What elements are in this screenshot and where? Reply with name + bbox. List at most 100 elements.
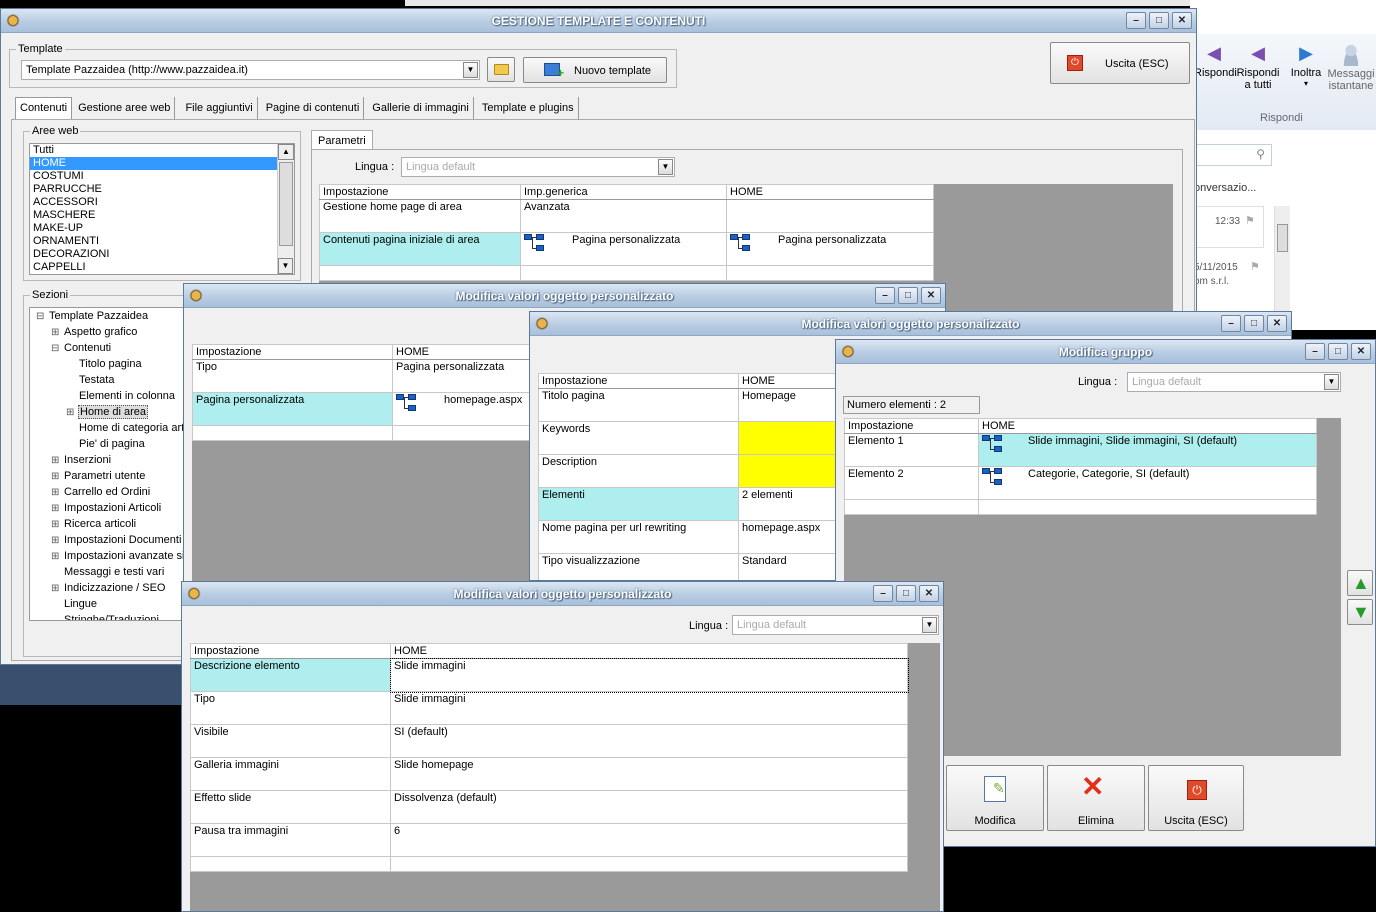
setting-value-cell[interactable]: Standard (738, 553, 839, 580)
setting-value-cell[interactable]: 2 elementi (738, 487, 839, 521)
empty-cell[interactable] (978, 499, 1317, 515)
w3-lingua-select[interactable]: Lingua default ▼ (1127, 372, 1341, 392)
table-row[interactable]: Galleria immagini Slide homepage (190, 757, 908, 791)
aree-web-list[interactable]: Tutti HOME COSTUMI PARRUCCHE ACCESSORI MASCHE… (29, 143, 295, 275)
table-row[interactable]: Tipo Slide immagini (190, 691, 908, 725)
expand-icon[interactable]: ⊞ (51, 549, 63, 565)
column-header[interactable]: HOME (978, 418, 1317, 434)
empty-cell[interactable] (520, 265, 727, 281)
table-row[interactable]: Descrizione elemento Slide immagini (190, 657, 909, 693)
setting-value-cell[interactable]: Slide homepage (390, 757, 908, 791)
list-item[interactable]: COSTUMI (30, 170, 278, 183)
list-item[interactable]: ACCESSORI (30, 196, 278, 209)
mail-item[interactable]: 12:33 ⚑ (1190, 206, 1264, 248)
column-header[interactable]: Impostazione (538, 373, 739, 389)
table-row[interactable]: Elemento 2 Categorie, Categorie, SI (defa… (844, 466, 1317, 500)
expand-icon[interactable]: ⊞ (51, 581, 63, 597)
collapse-icon[interactable]: ⊟ (36, 309, 48, 325)
tab-pagine-di-contenuti[interactable]: Pagine di contenuti (258, 97, 365, 119)
close-button[interactable]: ✕ (921, 287, 941, 304)
setting-value-cell[interactable]: Slide immagini (389, 657, 909, 693)
w3-exit-button[interactable]: ⏻ Uscita (ESC) (1148, 765, 1244, 831)
close-button[interactable]: ✕ (1351, 343, 1371, 360)
expand-icon[interactable]: ⊞ (51, 485, 63, 501)
table-row[interactable]: Titolo pagina Homepage (538, 388, 839, 422)
table-row[interactable]: Description (538, 454, 839, 488)
lingua-select[interactable]: Lingua default ▼ (401, 157, 675, 177)
reply-all-button[interactable]: ◀ Rispondi a tutti (1232, 44, 1284, 91)
empty-cell[interactable] (726, 265, 934, 281)
setting-value-cell[interactable]: 6 (390, 823, 908, 857)
maximize-button[interactable]: □ (1328, 343, 1348, 360)
expand-icon[interactable]: ⊞ (51, 453, 63, 469)
empty-cell[interactable] (192, 425, 393, 441)
setting-value-cell[interactable] (726, 199, 934, 233)
setting-value-cell[interactable]: SI (default) (390, 724, 908, 758)
setting-value-cell[interactable] (738, 421, 839, 455)
empty-row[interactable] (190, 856, 908, 872)
table-row[interactable]: Gestione home page di area Avanzata (319, 199, 934, 233)
collapse-icon[interactable]: ⊟ (51, 341, 63, 357)
expand-icon[interactable]: ⊞ (66, 405, 78, 421)
move-down-button[interactable]: ▼ (1347, 599, 1373, 625)
table-row[interactable]: Elemento 1 Slide immagini, Slide immagini… (844, 433, 1317, 467)
object-tree-icon[interactable] (982, 468, 1004, 486)
scroll-up-arrow[interactable]: ▲ (278, 144, 294, 160)
table-row[interactable]: Effetto slide Dissolvenza (default) (190, 790, 908, 824)
setting-value-cell[interactable]: homepage.aspx (738, 520, 839, 554)
forward-button[interactable]: ▶ Inoltra ▾ (1286, 44, 1326, 88)
column-header[interactable]: Impostazione (844, 418, 979, 434)
tab-template-plugins[interactable]: Template e plugins (474, 97, 579, 119)
table-row[interactable]: Visibile SI (default) (190, 724, 908, 758)
list-item[interactable]: PARRUCCHE (30, 183, 278, 196)
expand-icon[interactable]: ⊞ (51, 517, 63, 533)
object-tree-icon[interactable] (730, 234, 752, 252)
exit-button[interactable]: ⏻ Uscita (ESC) (1050, 42, 1190, 84)
setting-value-cell[interactable]: Pagina personalizzata (520, 232, 727, 266)
table-row[interactable]: Elementi 2 elementi (538, 487, 839, 521)
tab-gallerie-immagini[interactable]: Gallerie di immagini (364, 97, 474, 119)
setting-value-cell[interactable]: Avanzata (520, 199, 727, 233)
instant-messages-button[interactable]: Messaggi istantane (1326, 44, 1376, 92)
minimize-button[interactable]: – (1221, 315, 1241, 332)
scroll-down-arrow[interactable]: ▼ (278, 258, 293, 274)
tab-parametri[interactable]: Parametri (311, 130, 373, 151)
close-button[interactable]: ✕ (919, 585, 939, 602)
column-header[interactable]: Imp.generica (520, 184, 727, 200)
column-header[interactable]: HOME (390, 643, 908, 659)
scroll-thumb[interactable] (279, 162, 293, 246)
expand-icon[interactable]: ⊞ (51, 325, 63, 341)
object-tree-icon[interactable] (396, 394, 418, 412)
maximize-button[interactable]: □ (1244, 315, 1264, 332)
template-select[interactable]: Template Pazzaidea (http://www.pazzaidea… (21, 60, 480, 80)
setting-value-cell[interactable]: Slide immagini, Slide immagini, SI (defa… (978, 433, 1317, 467)
setting-value-cell[interactable] (738, 454, 839, 488)
list-item[interactable]: HOME (30, 157, 278, 170)
list-item[interactable]: CAPPELLI (30, 261, 278, 274)
empty-cell[interactable] (190, 856, 391, 872)
setting-value-cell[interactable]: Slide immagini (390, 691, 908, 725)
empty-row[interactable] (844, 499, 1317, 515)
minimize-button[interactable]: – (873, 585, 893, 602)
close-button[interactable]: ✕ (1267, 315, 1287, 332)
reply-button[interactable]: ◀ Rispondi (1194, 44, 1237, 79)
expand-icon[interactable]: ⊞ (51, 469, 63, 485)
expand-icon[interactable]: ⊞ (51, 501, 63, 517)
setting-value-cell[interactable]: Homepage (738, 388, 839, 422)
maximize-button[interactable]: □ (1149, 12, 1169, 29)
empty-cell[interactable] (319, 265, 521, 281)
list-item[interactable]: Tutti (30, 144, 278, 157)
tab-gestione-aree-web[interactable]: Gestione aree web (74, 97, 176, 119)
table-row[interactable]: Pausa tra immagini 6 (190, 823, 908, 857)
table-row[interactable]: Nome pagina per url rewriting homepage.as… (538, 520, 839, 554)
minimize-button[interactable]: – (1305, 343, 1325, 360)
close-button[interactable]: ✕ (1172, 12, 1192, 29)
table-row[interactable]: Keywords (538, 421, 839, 455)
column-header[interactable]: Impostazione (190, 643, 391, 659)
column-header[interactable]: HOME (738, 373, 839, 389)
tab-file-aggiuntivi[interactable]: File aggiuntivi (175, 97, 258, 119)
modifica-button[interactable]: ✎ Modifica (946, 765, 1044, 831)
elimina-button[interactable]: ✕ Elimina (1047, 765, 1145, 831)
mail-scrollbar[interactable] (1274, 206, 1290, 326)
list-item[interactable]: MAKE-UP (30, 222, 278, 235)
